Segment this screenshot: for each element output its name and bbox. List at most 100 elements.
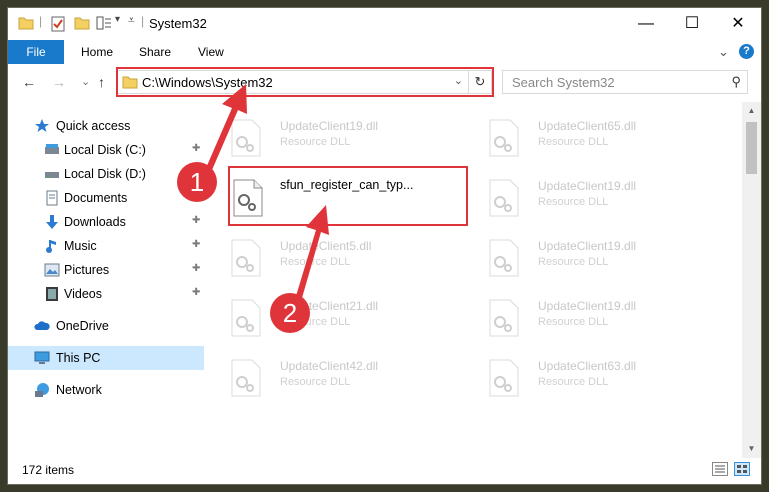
customize-icon[interactable] [96,16,112,30]
file-type: Resource DLL [280,136,351,148]
file-item[interactable]: UpdateClient63.dll Resource DLL [466,350,686,402]
file-type: Resource DLL [280,376,351,388]
pin-icon[interactable]: ✚ [192,239,200,250]
sidebar-item-pictures[interactable]: Pictures ✚ [8,258,204,282]
quick-access-dropdown-icon[interactable]: ▾ [115,14,120,25]
sidebar-item-label: Documents [64,191,128,205]
dll-file-icon [231,359,261,397]
separator: | [141,14,145,28]
new-folder-icon[interactable] [74,16,90,30]
search-box[interactable]: Search System32 ⚲ [502,70,748,94]
details-view-icon[interactable] [712,462,728,476]
ribbon-tabs: File Home Share View ⌄ ? [8,40,761,65]
videos-icon [46,287,58,301]
file-item[interactable]: UpdateClient19.dll Resource DLL [466,170,686,222]
sidebar-item-local-disk-c[interactable]: Local Disk (C:) ✚ [8,138,204,162]
sidebar-item-network[interactable]: Network [8,378,204,402]
expand-ribbon-icon[interactable]: ⌄ [718,40,729,64]
pin-icon[interactable]: ✚ [192,287,200,298]
forward-button[interactable]: → [52,74,66,90]
file-item[interactable]: UpdateClient19.dll Resource DLL [466,290,686,342]
pin-icon[interactable]: ✚ [192,263,200,274]
download-icon [46,215,58,229]
sidebar-item-quick-access[interactable]: Quick access [8,114,204,138]
scrollbar-thumb[interactable] [746,122,757,174]
vertical-scrollbar[interactable]: ▲ ▼ [742,102,761,458]
sidebar-item-label: OneDrive [56,319,109,333]
step-2-badge: 2 [270,293,310,333]
file-name: UpdateClient19.dll [538,299,637,313]
dll-file-icon [231,299,261,337]
dll-file-icon [489,179,519,217]
network-icon [35,383,49,397]
dll-file-icon [489,359,519,397]
maximize-button[interactable]: ☐ [669,8,715,40]
dll-file-icon [231,239,261,277]
status-bar: 172 items [8,458,761,484]
minimize-button[interactable]: — [623,8,669,40]
file-name: UpdateClient19.dll [538,179,637,193]
properties-icon[interactable] [50,16,66,32]
file-type: Resource DLL [538,256,609,268]
dll-file-icon [231,119,261,157]
search-icon[interactable]: ⚲ [731,74,741,90]
sidebar-item-local-disk-d[interactable]: Local Disk (D:) [8,162,204,186]
dll-file-icon [489,299,519,337]
recent-locations-button[interactable]: ⌄ [81,75,90,88]
pin-icon[interactable]: ✚ [192,215,200,226]
file-item[interactable]: UpdateClient21.dll Resource DLL [208,290,428,342]
back-button[interactable]: ← [22,74,36,90]
scroll-down-arrow[interactable]: ▼ [742,442,761,456]
sidebar-item-documents[interactable]: Documents ✚ [8,186,204,210]
file-item[interactable]: UpdateClient5.dll Resource DLL [208,230,428,282]
computer-icon [34,351,50,364]
separator: | [39,14,43,28]
quick-access-toolbar-menu-icon[interactable]: ⩡ [128,13,135,28]
close-button[interactable]: ✕ [715,8,761,40]
navigation-pane: Quick access Local Disk (C:) ✚ Local Dis… [8,102,208,458]
file-type: Resource DLL [538,196,609,208]
tab-share[interactable]: Share [139,40,171,64]
title-bar: | ▾ ⩡ | System32 — ☐ ✕ [8,8,761,40]
drive-icon [45,144,59,154]
file-highlight [228,166,468,226]
item-count: 172 items [22,463,75,477]
large-icons-view-icon[interactable] [734,462,750,476]
tab-view[interactable]: View [198,40,224,64]
search-input[interactable]: Search System32 [512,75,615,90]
scroll-up-arrow[interactable]: ▲ [742,104,761,118]
sidebar-item-label: Music [64,239,97,253]
file-item[interactable]: UpdateClient19.dll Resource DLL [208,110,428,162]
sidebar-item-this-pc[interactable]: This PC [8,346,204,370]
sidebar-item-downloads[interactable]: Downloads ✚ [8,210,204,234]
tab-file[interactable]: File [8,40,64,64]
sidebar-item-label: Network [56,383,102,397]
sidebar-item-label: Quick access [56,119,131,133]
file-item[interactable]: UpdateClient19.dll Resource DLL [466,230,686,282]
tab-home[interactable]: Home [81,40,113,64]
window-title: System32 [149,16,207,31]
help-icon[interactable]: ? [739,44,754,59]
file-list: UpdateClient19.dll Resource DLL UpdateCl… [208,102,742,458]
dll-file-icon [489,119,519,157]
file-name: UpdateClient65.dll [538,119,637,133]
dll-file-icon [489,239,519,277]
address-bar-highlight [116,67,494,97]
sidebar-item-label: Downloads [64,215,126,229]
pictures-icon [44,263,60,277]
sidebar-item-onedrive[interactable]: OneDrive [8,314,204,338]
up-button[interactable]: ↑ [98,74,105,90]
star-icon [35,119,49,132]
file-item[interactable]: UpdateClient42.dll Resource DLL [208,350,428,402]
file-name: UpdateClient63.dll [538,359,637,373]
sidebar-item-label: Videos [64,287,102,301]
sidebar-item-label: Local Disk (C:) [64,143,146,157]
folder-icon[interactable] [18,16,34,30]
step-1-badge: 1 [177,162,217,202]
sidebar-item-videos[interactable]: Videos ✚ [8,282,204,306]
file-item[interactable]: UpdateClient65.dll Resource DLL [466,110,686,162]
sidebar-item-music[interactable]: Music ✚ [8,234,204,258]
file-type: Resource DLL [280,256,351,268]
pin-icon[interactable]: ✚ [192,143,200,154]
file-name: UpdateClient19.dll [280,119,379,133]
